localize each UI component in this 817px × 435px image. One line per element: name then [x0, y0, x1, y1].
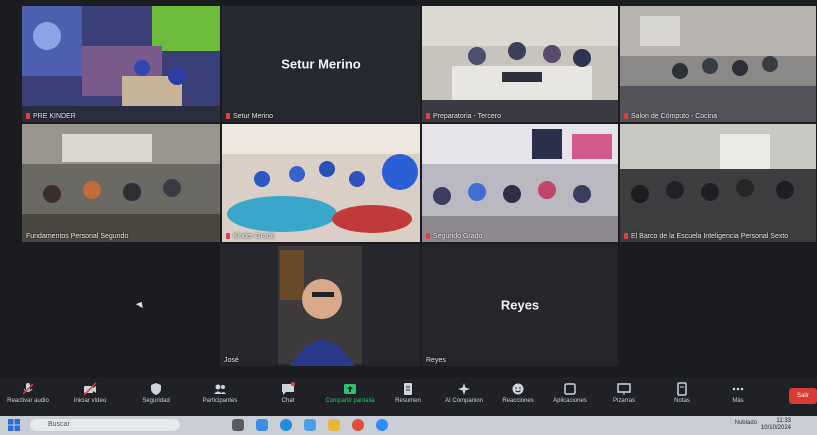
- participant-name: PRE KINDER: [33, 113, 76, 120]
- video-tile[interactable]: Fundamentos Personal Segundo: [22, 124, 220, 242]
- chat-button[interactable]: Chat: [260, 382, 316, 404]
- participant-display-name: Reyes: [500, 297, 540, 313]
- notes-button[interactable]: Notas: [654, 382, 710, 404]
- ai-companion-icon: [458, 383, 470, 395]
- participant-name: Fundamentos Personal Segundo: [26, 233, 129, 240]
- participant-name: Kinder Grado: [233, 233, 275, 240]
- system-clock[interactable]: 11:33 10/10/2024: [761, 418, 791, 432]
- zoom-app-icon[interactable]: [376, 419, 388, 431]
- video-tile[interactable]: Setur Merino Setur Merino: [222, 6, 420, 122]
- classroom-video: [22, 124, 220, 242]
- classroom-video: [620, 124, 816, 242]
- mic-muted-icon: [624, 233, 628, 239]
- shield-icon: [151, 383, 161, 395]
- reactions-button[interactable]: Reacciones: [490, 382, 546, 404]
- summary-icon: [404, 383, 412, 395]
- zoom-meeting-window: PRE KINDER Setur Merino Setur Merino Pre…: [0, 0, 817, 435]
- video-tile[interactable]: Preparatoria - Tercero: [422, 6, 618, 122]
- mic-muted-icon: [26, 113, 30, 119]
- video-tile[interactable]: Salon de Cómputo - Cocina: [620, 6, 816, 122]
- apps-icon: [564, 383, 576, 395]
- whiteboard-icon: [617, 383, 631, 395]
- ai-companion-button[interactable]: AI Companion: [436, 382, 492, 404]
- participant-display-name: Setur Merino: [281, 56, 361, 72]
- participant-name: Segundo Grado: [433, 233, 483, 240]
- mouse-cursor: [135, 299, 146, 309]
- participant-name: Salon de Cómputo - Cocina: [631, 113, 717, 120]
- video-tile[interactable]: El Barco de la Escuela Inteligencia Pers…: [620, 124, 816, 242]
- mic-muted-icon: [624, 113, 628, 119]
- participant-name: José: [224, 357, 239, 364]
- chat-icon: [282, 382, 295, 395]
- mic-muted-icon: [226, 113, 230, 119]
- apps-button[interactable]: Aplicaciones: [542, 382, 598, 404]
- share-screen-icon: [344, 384, 356, 394]
- whiteboard-button[interactable]: Pizarras: [596, 382, 652, 404]
- speaker-video: [220, 244, 420, 366]
- mic-muted-icon: [226, 233, 230, 239]
- taskbar-search-input[interactable]: Buscar: [30, 419, 180, 431]
- chrome-icon[interactable]: [352, 419, 364, 431]
- start-video-button[interactable]: Iniciar vídeo: [62, 382, 118, 404]
- video-tile[interactable]: Segundo Grado: [422, 124, 618, 242]
- unmute-audio-button[interactable]: Reactivar audio: [0, 382, 56, 404]
- more-button[interactable]: Más: [710, 382, 766, 404]
- participant-name: Setur Merino: [233, 113, 274, 120]
- security-button[interactable]: Seguridad: [128, 382, 184, 404]
- edge-browser-icon[interactable]: [280, 419, 292, 431]
- reactions-icon: [512, 383, 524, 395]
- classroom-video: [22, 6, 220, 122]
- windows-taskbar: Buscar Nublado 11:33 10/10/2024: [0, 416, 817, 435]
- widgets-icon[interactable]: [256, 419, 268, 431]
- active-speaker-tile[interactable]: José: [220, 244, 420, 366]
- classroom-video: [422, 6, 618, 122]
- video-tile[interactable]: PRE KINDER: [22, 6, 220, 122]
- file-explorer-icon[interactable]: [328, 419, 340, 431]
- mic-muted-icon: [426, 233, 430, 239]
- leave-meeting-button[interactable]: Salir: [789, 388, 817, 404]
- video-tile[interactable]: Kinder Grado: [222, 124, 420, 242]
- participant-name: Preparatoria - Tercero: [433, 113, 501, 120]
- participants-button[interactable]: Participantes: [192, 382, 248, 404]
- weather-status[interactable]: Nublado: [735, 420, 757, 426]
- mic-muted-icon: [22, 383, 34, 395]
- summary-button[interactable]: Resumen: [380, 382, 436, 404]
- classroom-video: [620, 6, 816, 122]
- notes-icon: [677, 382, 687, 396]
- mic-muted-icon: [426, 113, 430, 119]
- store-icon[interactable]: [304, 419, 316, 431]
- share-screen-button[interactable]: Compartir pantalla: [322, 382, 378, 404]
- more-icon: [732, 387, 744, 391]
- video-off-icon: [83, 382, 97, 396]
- task-view-icon[interactable]: [232, 419, 244, 431]
- windows-start-icon[interactable]: [8, 419, 20, 431]
- participant-name: Reyes: [426, 357, 446, 364]
- video-tile[interactable]: Reyes Reyes: [422, 244, 618, 366]
- classroom-video: [222, 124, 420, 242]
- meeting-toolbar: Reactivar audio Iniciar vídeo Seguridad …: [0, 378, 817, 416]
- participant-name: El Barco de la Escuela Inteligencia Pers…: [631, 233, 789, 240]
- participants-icon: [214, 384, 226, 394]
- classroom-video: [422, 124, 618, 242]
